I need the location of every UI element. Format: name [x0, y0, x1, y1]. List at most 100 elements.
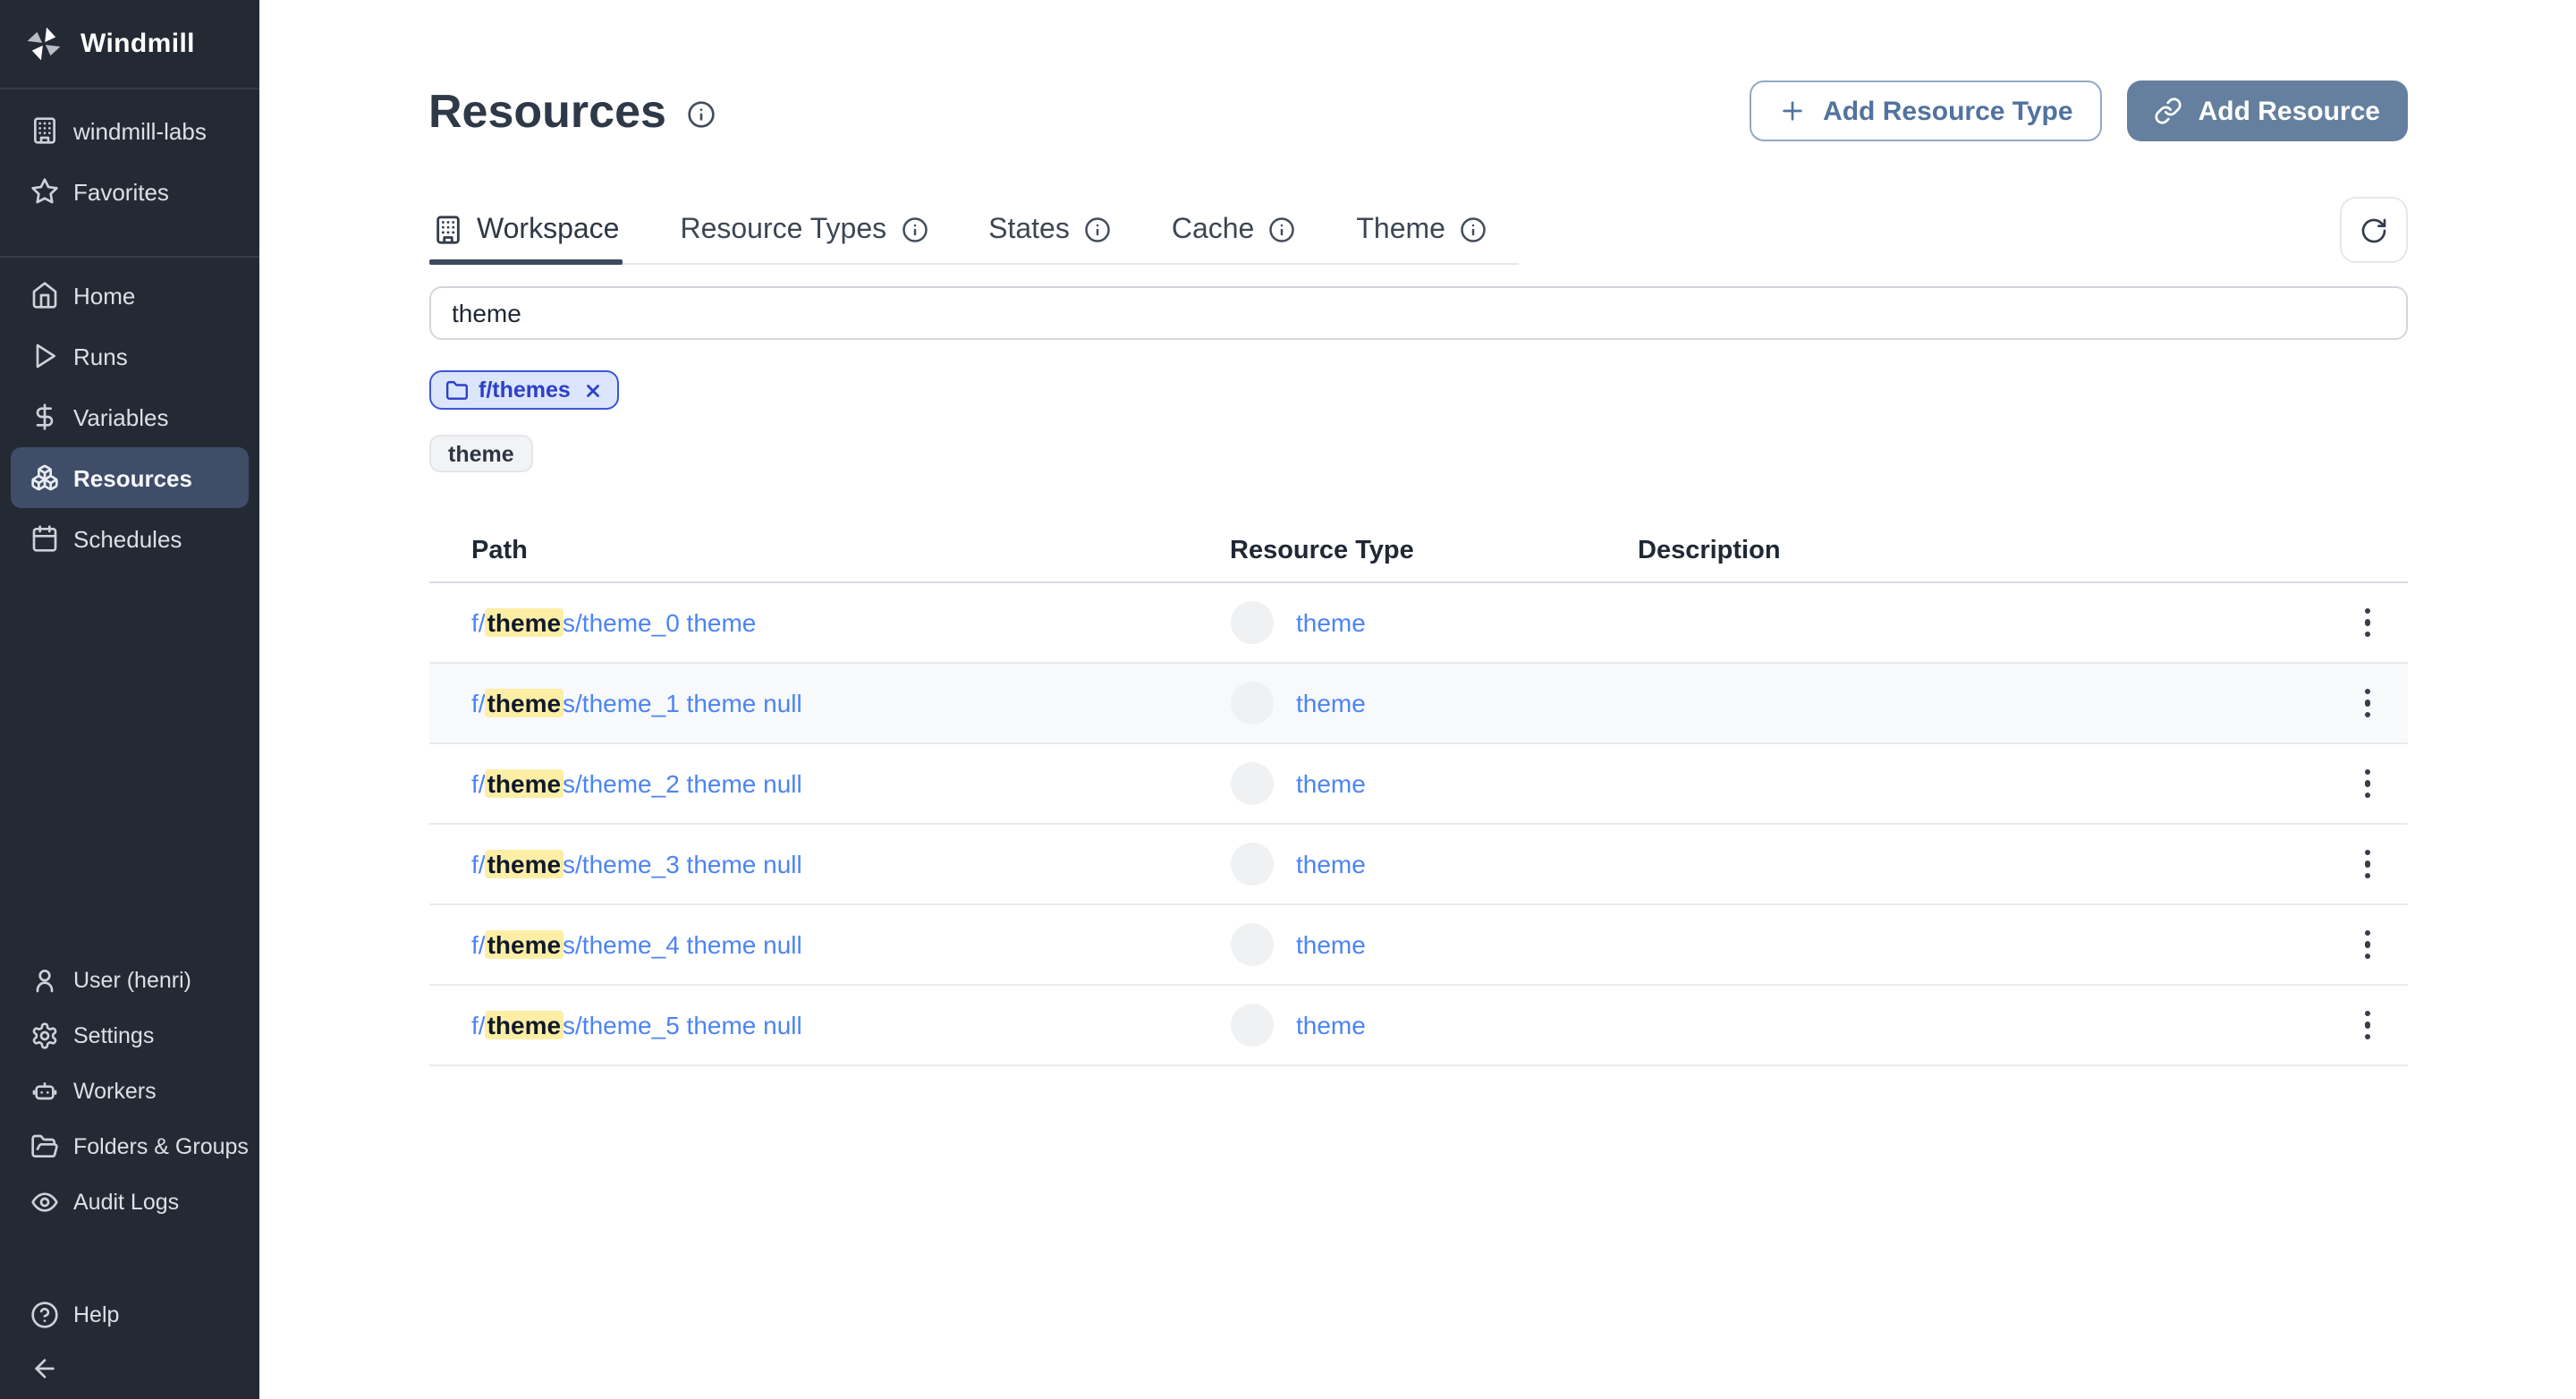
row-menu-button[interactable]	[2346, 1000, 2389, 1050]
sidebar-item-favorites[interactable]: Favorites	[0, 161, 259, 222]
robot-icon	[30, 1076, 59, 1105]
sidebar-item-workspace[interactable]: windmill-labs	[0, 100, 259, 161]
app-logo-row[interactable]: Windmill	[0, 0, 259, 89]
search-term-chip[interactable]: theme	[428, 435, 534, 472]
folder-filter-chip[interactable]: f/themes	[428, 370, 619, 410]
sidebar-workspace-group: windmill-labs Favorites	[0, 89, 259, 258]
resource-type-link[interactable]: theme	[1296, 1011, 1366, 1039]
calendar-icon	[30, 524, 59, 553]
info-icon[interactable]	[1084, 216, 1111, 243]
boxes-icon	[30, 463, 59, 492]
resource-type-link[interactable]: theme	[1296, 608, 1366, 637]
tab-workspace[interactable]: Workspace	[428, 197, 623, 265]
sidebar-item-label: Resources	[73, 464, 192, 491]
sidebar-item-home[interactable]: Home	[0, 265, 259, 326]
sidebar-item-resources[interactable]: Resources	[11, 447, 249, 508]
user-icon	[30, 965, 59, 994]
resource-path-link[interactable]: f/theme s/theme_1 theme null	[471, 689, 802, 717]
row-menu-button[interactable]	[2346, 678, 2389, 728]
resource-type-link[interactable]: theme	[1296, 850, 1366, 878]
home-icon	[30, 281, 59, 309]
resource-type-link[interactable]: theme	[1296, 930, 1366, 959]
description-cell	[1595, 904, 2321, 986]
star-icon	[30, 177, 59, 206]
resource-type-avatar	[1230, 843, 1273, 886]
sidebar-item-user[interactable]: User (henri)	[0, 952, 259, 1007]
building-icon	[432, 215, 462, 245]
sidebar-help-group: Help	[0, 1288, 259, 1399]
sidebar-item-variables[interactable]: Variables	[0, 386, 259, 447]
tab-states[interactable]: States	[985, 197, 1114, 263]
search-input[interactable]	[428, 286, 2407, 340]
resource-type-avatar	[1230, 923, 1273, 966]
search-match-highlight: theme	[485, 689, 564, 717]
resource-path-link[interactable]: f/theme s/theme_3 theme null	[471, 850, 802, 878]
sidebar-item-label: User (henri)	[73, 967, 191, 992]
close-icon[interactable]	[583, 380, 603, 400]
info-icon[interactable]	[688, 99, 716, 128]
sidebar-item-label: Workers	[73, 1078, 157, 1103]
tab-resource-types[interactable]: Resource Types	[676, 197, 931, 263]
row-menu-button[interactable]	[2346, 920, 2389, 970]
sidebar-collapse-button[interactable]	[0, 1342, 259, 1395]
resource-path-link[interactable]: f/theme s/theme_2 theme null	[471, 769, 802, 798]
column-header-description: Description	[1595, 519, 2321, 583]
page-title: Resources	[428, 84, 666, 138]
sidebar-item-label: Favorites	[73, 178, 169, 205]
table-row[interactable]: f/theme s/theme_0 theme theme	[428, 582, 2407, 664]
refresh-icon	[2359, 216, 2387, 244]
description-cell	[1595, 985, 2321, 1066]
description-cell	[1595, 824, 2321, 905]
sidebar-item-audit-logs[interactable]: Audit Logs	[0, 1174, 259, 1229]
row-menu-button[interactable]	[2346, 839, 2389, 889]
sidebar-main-nav: Home Runs Variables Resources Schedules	[0, 258, 259, 576]
eye-icon	[30, 1187, 59, 1216]
refresh-button[interactable]	[2339, 197, 2407, 263]
description-cell	[1595, 743, 2321, 825]
dollar-icon	[30, 403, 59, 431]
row-menu-button[interactable]	[2346, 598, 2389, 648]
text-filter-row: theme	[428, 410, 2407, 472]
resource-type-link[interactable]: theme	[1296, 689, 1366, 717]
row-menu-button[interactable]	[2346, 759, 2389, 809]
sidebar-item-label: Home	[73, 282, 136, 309]
play-icon	[30, 342, 59, 370]
resource-type-avatar	[1230, 762, 1273, 805]
sidebar-item-label: Audit Logs	[73, 1189, 180, 1214]
table-row[interactable]: f/theme s/theme_3 theme null theme	[428, 824, 2407, 905]
info-icon[interactable]	[1268, 216, 1295, 243]
sidebar-item-schedules[interactable]: Schedules	[0, 508, 259, 569]
sidebar-item-label: Folders & Groups	[73, 1133, 249, 1158]
info-icon[interactable]	[1460, 216, 1487, 243]
sidebar-item-workers[interactable]: Workers	[0, 1063, 259, 1118]
resource-path-link[interactable]: f/theme s/theme_0 theme	[471, 608, 756, 637]
arrow-left-icon	[30, 1354, 59, 1383]
page-header: Resources Add Resource Type Add Resource	[428, 81, 2407, 141]
table-row[interactable]: f/theme s/theme_4 theme null theme	[428, 904, 2407, 986]
column-header-path: Path	[428, 519, 1187, 583]
sidebar-item-settings[interactable]: Settings	[0, 1007, 259, 1063]
tab-theme[interactable]: Theme	[1352, 197, 1490, 263]
resource-path-link[interactable]: f/theme s/theme_4 theme null	[471, 930, 802, 959]
sidebar-item-folders-groups[interactable]: Folders & Groups	[0, 1118, 259, 1174]
link-icon	[2154, 97, 2182, 125]
windmill-logo-icon	[23, 23, 64, 64]
sidebar-item-runs[interactable]: Runs	[0, 326, 259, 386]
resource-path-link[interactable]: f/theme s/theme_5 theme null	[471, 1011, 802, 1039]
sidebar-item-label: windmill-labs	[73, 117, 207, 144]
info-icon[interactable]	[901, 216, 928, 243]
search-match-highlight: theme	[485, 769, 564, 798]
add-resource-button[interactable]: Add Resource	[2126, 81, 2407, 141]
table-row[interactable]: f/theme s/theme_1 theme null theme	[428, 663, 2407, 744]
description-cell	[1595, 582, 2321, 664]
plus-icon	[1778, 97, 1807, 125]
gear-icon	[30, 1021, 59, 1049]
resource-type-link[interactable]: theme	[1296, 769, 1366, 798]
sidebar-item-help[interactable]: Help	[0, 1288, 259, 1342]
tab-cache[interactable]: Cache	[1168, 197, 1300, 263]
add-resource-type-button[interactable]: Add Resource Type	[1750, 81, 2102, 141]
table-row[interactable]: f/theme s/theme_2 theme null theme	[428, 743, 2407, 825]
sidebar-bottom-nav: User (henri) Settings Workers Folders & …	[0, 952, 259, 1229]
table-row[interactable]: f/theme s/theme_5 theme null theme	[428, 985, 2407, 1066]
search-match-highlight: theme	[485, 850, 564, 878]
